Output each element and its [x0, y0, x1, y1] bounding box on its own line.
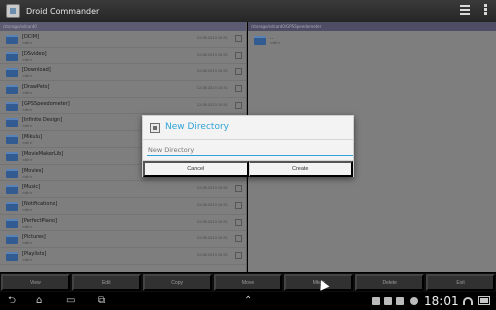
title-bar: Droid Commander	[0, 0, 496, 22]
dialog-buttons: Cancel Create	[143, 160, 353, 177]
app-icon	[6, 4, 20, 18]
wifi-icon	[463, 297, 473, 305]
overflow-menu-icon[interactable]	[484, 4, 488, 16]
directory-name-input[interactable]	[147, 144, 353, 156]
app-title: Droid Commander	[26, 6, 100, 16]
dialog-title: New Directory	[165, 122, 229, 132]
cancel-button[interactable]: Cancel	[143, 161, 249, 177]
save-icon	[150, 123, 160, 133]
recent-apps-icon[interactable]: ▭	[66, 296, 75, 306]
clock: 18:01	[424, 294, 459, 308]
create-button[interactable]: Create	[248, 161, 353, 177]
system-bar: ⮌ ⌂ ▭ ⧉ ⌃ 18:01	[0, 292, 496, 310]
battery-icon	[478, 296, 490, 305]
sd-card-icon	[372, 297, 380, 305]
screenshot-icon[interactable]: ⧉	[98, 296, 105, 306]
menu-icon[interactable]	[460, 5, 470, 16]
back-icon[interactable]: ⮌	[8, 296, 16, 306]
dialog-header: New Directory	[143, 116, 353, 140]
chevron-up-icon[interactable]: ⌃	[244, 296, 252, 306]
new-directory-dialog: New Directory Cancel Create	[142, 115, 354, 177]
usb-icon	[384, 297, 392, 305]
android-icon	[410, 297, 418, 305]
mail-icon	[396, 297, 404, 305]
home-icon[interactable]: ⌂	[36, 296, 42, 306]
